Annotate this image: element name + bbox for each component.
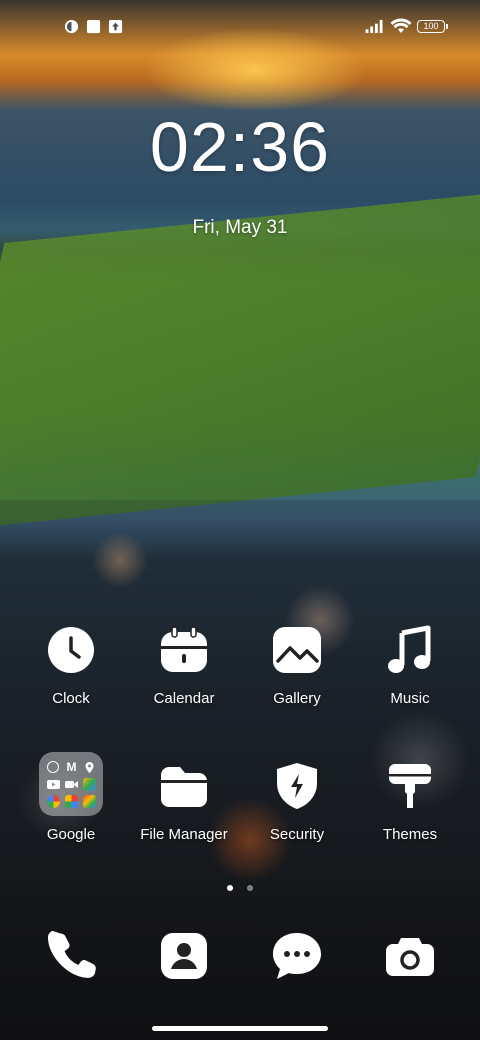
meet-mini-icon (65, 778, 78, 791)
app-label: Music (390, 690, 430, 707)
app-file-manager[interactable]: File Manager (124, 758, 244, 843)
app-clock[interactable]: Clock (11, 622, 131, 707)
gmail-mini-icon: M (66, 760, 77, 774)
chrome-mini-icon (47, 761, 59, 773)
status-bar: 100 (0, 0, 480, 56)
battery-icon: 100 (417, 20, 445, 33)
app-label: Clock (52, 690, 90, 707)
security-shield-icon (269, 758, 325, 814)
google-folder-icon: M (39, 752, 103, 816)
assistant-mini-icon (65, 795, 78, 808)
app-themes[interactable]: Themes (350, 758, 470, 843)
app-gallery[interactable]: Gallery (237, 622, 357, 707)
folder-icon (156, 758, 212, 814)
app-label: Security (269, 826, 325, 843)
dock-camera[interactable] (382, 928, 438, 984)
app-music[interactable]: Music (350, 622, 470, 707)
files-mini-icon (83, 778, 96, 791)
page-dot-active[interactable] (226, 885, 233, 891)
app-label: Themes (382, 826, 438, 843)
clock-time[interactable]: 02:36 (0, 112, 480, 182)
app-security[interactable]: Security (237, 758, 357, 843)
clock-date[interactable]: Fri, May 31 (0, 217, 480, 239)
battery-tip (446, 24, 448, 29)
messages-icon (273, 933, 321, 979)
phone-icon (48, 930, 96, 978)
page-indicator[interactable] (0, 878, 480, 896)
notification-square-icon (86, 19, 101, 34)
wallpaper-pitch (0, 188, 480, 532)
youtube-mini-icon (47, 778, 60, 791)
gesture-home-bar[interactable] (152, 1026, 328, 1031)
contacts-icon (161, 933, 207, 979)
upload-box-icon (108, 19, 123, 34)
page-dot[interactable] (247, 885, 254, 891)
paint-roller-icon (382, 758, 438, 814)
calendar-icon (156, 622, 212, 678)
play-store-mini-icon (83, 795, 96, 808)
dock-contacts[interactable] (156, 928, 212, 984)
privacy-dot-icon (64, 19, 79, 34)
gallery-icon (269, 622, 325, 678)
battery-level: 100 (423, 21, 439, 31)
dock-phone[interactable] (43, 928, 99, 984)
music-note-icon (382, 622, 438, 678)
signal-icon (365, 19, 383, 34)
app-calendar[interactable]: Calendar (124, 622, 244, 707)
app-label: File Manager (140, 826, 228, 843)
app-google-folder[interactable]: M Google (11, 752, 131, 843)
camera-icon (386, 938, 434, 976)
app-label: Gallery (273, 690, 321, 707)
app-label: Calendar (153, 690, 215, 707)
clock-icon (43, 622, 99, 678)
maps-pin-mini-icon (83, 761, 96, 774)
wifi-icon (390, 18, 412, 33)
app-label: Google (46, 826, 96, 843)
photos-mini-icon (47, 795, 60, 808)
dock-messages[interactable] (269, 928, 325, 984)
